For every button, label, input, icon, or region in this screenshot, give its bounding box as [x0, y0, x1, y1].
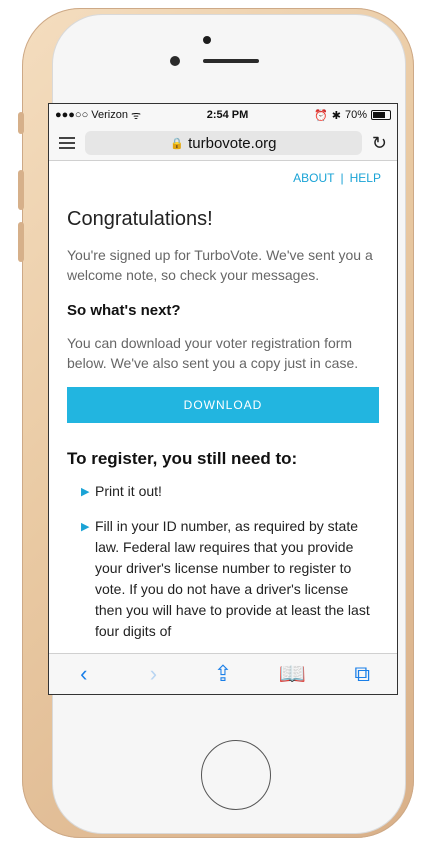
front-camera — [170, 56, 180, 66]
reader-menu-icon[interactable] — [59, 134, 75, 152]
home-button[interactable] — [201, 740, 271, 810]
about-link[interactable]: ABOUT — [293, 171, 334, 185]
phone-screen: ●●●○○ Verizon ᯤ 2:54 PM ⏰ ✱ 70% 🔒 turbov… — [48, 103, 398, 695]
list-item: ▶ Fill in your ID number, as required by … — [81, 518, 370, 639]
bullet-arrow-icon: ▶ — [81, 486, 90, 498]
intro-text: You're signed up for TurboVote. We've se… — [67, 247, 373, 283]
list-item: ▶ Print it out! — [81, 481, 379, 502]
share-icon[interactable]: ⇪ — [203, 661, 243, 687]
top-nav: ABOUT | HELP — [49, 171, 381, 185]
browser-address-bar: 🔒 turbovote.org ↻ — [49, 126, 397, 161]
forward-icon[interactable]: › — [133, 661, 173, 687]
bookmarks-icon[interactable]: 📖 — [273, 661, 313, 687]
register-heading: To register, you still need to: — [67, 449, 298, 468]
next-text: You can download your voter registration… — [67, 335, 359, 371]
next-heading: So what's next? — [67, 302, 181, 319]
carrier-label: ●●●○○ Verizon — [55, 109, 128, 121]
page-content: Congratulations! You're signed up for Tu… — [49, 199, 397, 642]
bullet-arrow-icon: ▶ — [81, 521, 90, 533]
earpiece-speaker — [203, 59, 259, 63]
status-bar: ●●●○○ Verizon ᯤ 2:54 PM ⏰ ✱ 70% — [49, 104, 397, 126]
volume-up-button — [18, 170, 24, 210]
mute-switch — [18, 112, 24, 134]
reload-icon[interactable]: ↻ — [372, 133, 387, 154]
steps-list: ▶ Print it out! ▶ Fill in your ID number, … — [67, 481, 379, 642]
url-field[interactable]: 🔒 turbovote.org — [85, 131, 362, 155]
nav-separator: | — [340, 171, 344, 185]
page-title: Congratulations! — [67, 208, 213, 230]
volume-down-button — [18, 222, 24, 262]
proximity-sensor — [203, 36, 211, 44]
browser-toolbar: ‹ › ⇪ 📖 ⧉ — [49, 653, 397, 694]
download-button[interactable]: DOWNLOAD — [67, 387, 379, 423]
alarm-icon: ⏰ — [314, 109, 328, 122]
back-icon[interactable]: ‹ — [64, 661, 104, 687]
tabs-icon[interactable]: ⧉ — [342, 661, 382, 687]
lock-icon: 🔒 — [170, 137, 185, 150]
wifi-icon: ᯤ — [130, 109, 142, 122]
bluetooth-icon: ✱ — [331, 109, 341, 122]
help-link[interactable]: HELP — [350, 171, 381, 185]
battery-icon — [370, 110, 391, 120]
clock: 2:54 PM — [206, 109, 249, 121]
battery-percent: 70% — [344, 109, 367, 121]
url-text: turbovote.org — [188, 134, 277, 152]
